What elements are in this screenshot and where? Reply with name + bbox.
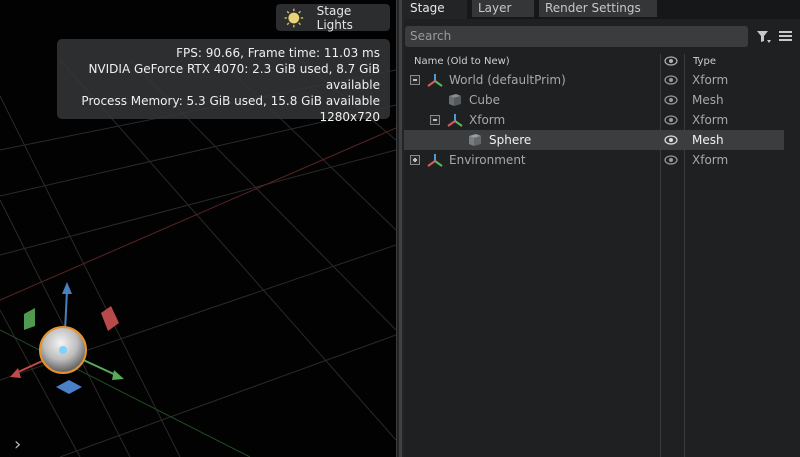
splitter-handle[interactable] xyxy=(399,0,402,457)
transform-gizmo[interactable] xyxy=(0,270,140,405)
column-header-name[interactable]: Name (Old to New) xyxy=(414,56,510,67)
chevron-right-icon[interactable]: › xyxy=(14,436,28,454)
prim-type: Xform xyxy=(692,73,729,87)
stage-lights-label: Stage Lights xyxy=(316,3,353,32)
tree-row-xform[interactable]: Xform Xform xyxy=(404,110,784,130)
stage-lights-button[interactable]: Stage Lights xyxy=(276,3,390,32)
panel-splitter[interactable] xyxy=(396,0,404,457)
panel-tabs: Stage Layer Render Settings xyxy=(404,0,800,19)
stage-tree: Name (Old to New) Type World (defaultPri… xyxy=(404,54,800,457)
xform-icon xyxy=(427,74,443,87)
tree-row-cube[interactable]: Cube Mesh xyxy=(404,90,784,110)
search-input[interactable]: Search xyxy=(405,26,748,47)
tab-render-settings[interactable]: Render Settings xyxy=(539,0,657,17)
filter-icon[interactable] xyxy=(756,29,771,44)
eye-icon[interactable] xyxy=(664,154,678,166)
tree-header: Name (Old to New) Type xyxy=(404,54,800,70)
menu-icon[interactable] xyxy=(779,30,792,42)
fps-stat: FPS: 90.66, Frame time: 11.03 ms xyxy=(176,46,380,60)
stage-panel: Stage Layer Render Settings Search Name … xyxy=(404,0,800,457)
tree-row-sphere[interactable]: Sphere Mesh xyxy=(404,130,784,150)
eye-icon[interactable] xyxy=(664,134,678,146)
viewport-stats-overlay: FPS: 90.66, Frame time: 11.03 ms NVIDIA … xyxy=(57,39,390,124)
gpu-memory-stat: NVIDIA GeForce RTX 4070: 2.3 GiB used, 8… xyxy=(88,62,380,92)
tab-stage[interactable]: Stage xyxy=(404,0,467,19)
prim-name: Cube xyxy=(469,93,500,107)
prim-type: Xform xyxy=(692,113,729,127)
prim-name: Xform xyxy=(469,113,506,127)
prim-name: World (defaultPrim) xyxy=(449,73,566,87)
process-memory-stat: Process Memory: 5.3 GiB used, 15.8 GiB a… xyxy=(81,94,380,108)
prim-type: Mesh xyxy=(692,133,724,147)
search-row: Search xyxy=(404,24,800,49)
eye-icon[interactable] xyxy=(664,55,678,67)
collapse-toggle-icon[interactable] xyxy=(430,115,440,125)
xform-icon xyxy=(427,154,443,167)
prim-name: Environment xyxy=(449,153,526,167)
mesh-icon xyxy=(469,134,481,146)
eye-icon[interactable] xyxy=(664,114,678,126)
tab-layer[interactable]: Layer xyxy=(472,0,534,17)
expand-toggle-icon[interactable] xyxy=(410,155,420,165)
prim-type: Xform xyxy=(692,153,729,167)
xform-icon xyxy=(447,114,463,127)
collapse-toggle-icon[interactable] xyxy=(410,75,420,85)
eye-icon[interactable] xyxy=(664,94,678,106)
eye-icon[interactable] xyxy=(664,74,678,86)
prim-name: Sphere xyxy=(489,133,532,147)
viewport[interactable]: Stage Lights FPS: 90.66, Frame time: 11.… xyxy=(0,0,396,457)
prim-type: Mesh xyxy=(692,93,724,107)
tree-row-environment[interactable]: Environment Xform xyxy=(404,150,784,170)
resolution-stat: 1280x720 xyxy=(319,110,380,124)
tree-row-world[interactable]: World (defaultPrim) Xform xyxy=(404,70,784,90)
column-header-type[interactable]: Type xyxy=(693,56,716,67)
sun-icon xyxy=(284,8,304,27)
mesh-icon xyxy=(449,94,461,106)
